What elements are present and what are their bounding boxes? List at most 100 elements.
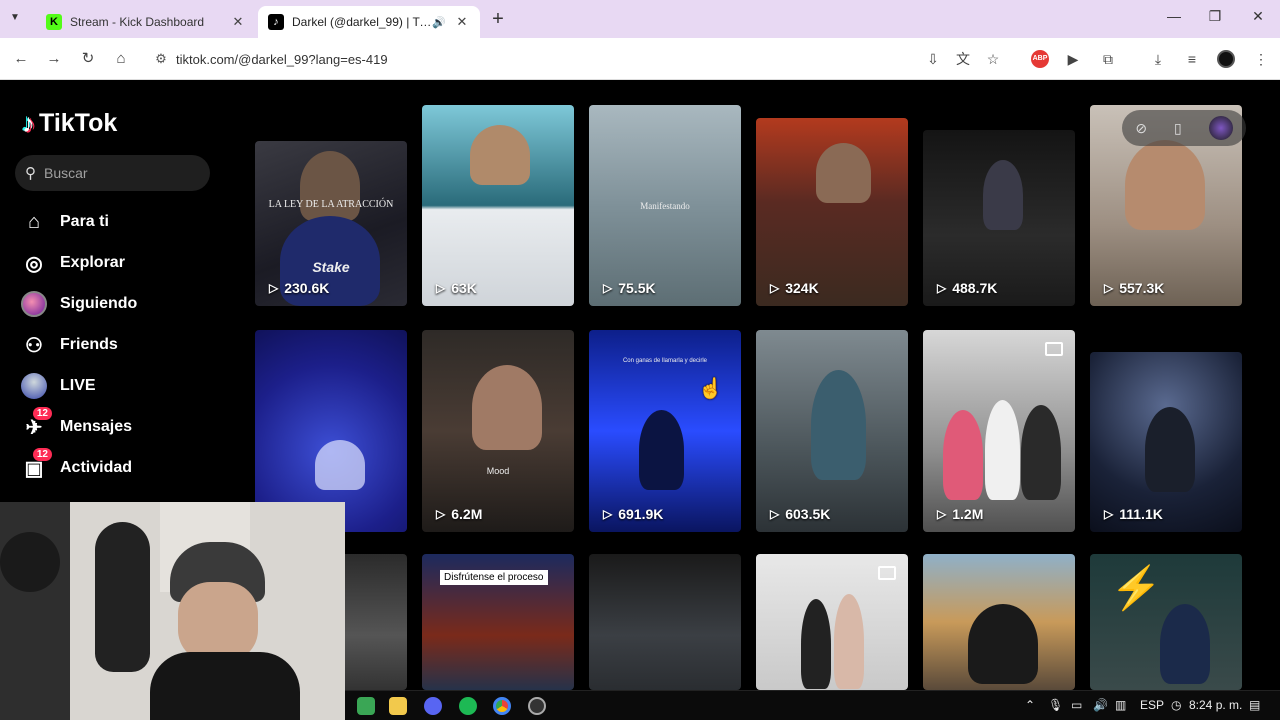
microphone-icon[interactable]: 🎙 [1048,698,1063,712]
video-thumbnail[interactable]: Mood ▷ 6.2M [422,330,574,532]
view-count: ▷ 63K [436,280,477,296]
profile-avatar-icon[interactable] [1208,116,1233,140]
sidebar-item-live[interactable]: LIVE [20,371,96,401]
reload-icon[interactable]: ↻ [77,48,99,70]
video-caption: Manifestando [640,201,690,211]
adblock-icon[interactable]: ABP [1031,50,1049,68]
play-icon: ▷ [770,281,780,295]
mobile-icon[interactable]: ▯ [1174,120,1182,137]
tiktok-logo[interactable]: ♪ TikTok [22,108,117,139]
spotify-icon[interactable] [459,697,477,715]
video-thumbnail[interactable]: ⚡ [1090,554,1242,690]
network-icon[interactable]: ▥ [1115,698,1126,712]
video-thumbnail[interactable] [589,554,741,690]
view-count: ▷ 1.2M [937,506,984,522]
tab-tiktok[interactable]: ♪ Darkel (@darkel_99) | TikTok 🔊 ✕ [258,6,480,38]
tray-expand-icon[interactable]: ⌃ [1025,698,1035,712]
sidebar-item-friends[interactable]: ⚇ Friends [20,330,118,360]
forward-icon[interactable]: → [43,48,65,70]
back-icon[interactable]: ← [10,48,32,70]
sidebar-item-para-ti[interactable]: ⌂ Para ti [20,207,109,237]
extensions-puzzle-icon[interactable]: ⧉ [1097,48,1119,70]
play-icon: ▷ [603,507,613,521]
play-icon: ▷ [603,281,613,295]
reading-list-icon[interactable]: ≡ [1181,48,1203,70]
tab-title: Stream - Kick Dashboard [70,15,205,29]
close-window-icon[interactable]: ✕ [1248,8,1268,25]
install-app-icon[interactable]: ⇩ [922,48,944,70]
sidebar-item-label: Explorar [60,254,125,271]
sidebar-item-mensajes[interactable]: ✈ 12 Mensajes [20,407,132,442]
search-box[interactable]: ⚲ [15,155,210,191]
compass-small-icon[interactable]: ⊘ [1135,120,1147,137]
sidebar-item-explorar[interactable]: ◎ Explorar [20,248,125,278]
play-icon: ▷ [937,507,947,521]
tiktok-favicon-icon: ♪ [268,14,284,30]
obs-icon[interactable] [528,697,546,715]
video-thumbnail[interactable]: ▷ 1.2M [923,330,1075,532]
video-thumbnail[interactable] [756,554,908,690]
video-thumbnail[interactable]: LA LEY DE LA ATRACCIÓN Stake ▷ 230.6K [255,141,407,306]
close-tab-icon[interactable]: ✕ [454,14,470,30]
clock-time[interactable]: 8:24 p. m. [1189,698,1242,712]
notifications-icon[interactable]: ▤ [1249,698,1260,712]
close-tab-icon[interactable]: ✕ [230,14,246,30]
restore-icon[interactable]: ❐ [1205,8,1225,25]
browser-toolbar: ← → ↻ ⌂ ⚙ tiktok.com/@darkel_99?lang=es-… [0,38,1280,80]
search-icon: ⚲ [25,165,36,182]
video-thumbnail[interactable]: Con ganas de llamarla y decirle ▷ 691.9K [589,330,741,532]
video-thumbnail[interactable]: ▷ 324K [756,118,908,306]
new-tab-button[interactable]: + [488,8,508,31]
play-icon: ▷ [1104,281,1114,295]
video-thumbnail[interactable]: ▷ 603.5K [756,330,908,532]
activity-badge: 12 [32,448,52,461]
view-count: ▷ 691.9K [603,506,664,522]
sidebar-item-actividad[interactable]: ▣ 12 Actividad [20,448,133,483]
video-sticker: Disfrútense el proceso [440,570,548,585]
downloads-icon[interactable]: ⤓ [1147,48,1169,70]
bookmark-star-icon[interactable]: ☆ [982,48,1004,70]
sidebar-item-siguiendo[interactable]: Siguiendo [20,289,137,319]
compass-icon: ◎ [25,252,43,275]
tab-kick-dashboard[interactable]: K Stream - Kick Dashboard ✕ [36,6,256,38]
search-input[interactable] [44,165,184,181]
kebab-menu-icon[interactable]: ⋮ [1250,48,1272,70]
video-overlay-text: Stake [312,259,350,275]
view-count: ▷ 324K [770,280,819,296]
brand-logo-icon: ⚡ [1110,564,1163,611]
speaker-icon[interactable]: 🔊 [432,16,446,29]
battery-icon[interactable]: ▭ [1071,698,1082,712]
play-icon: ▷ [937,281,947,295]
discord-icon[interactable] [424,697,442,715]
photo-icon [878,566,896,580]
file-explorer-icon[interactable] [389,697,407,715]
video-caption: LA LEY DE LA ATRACCIÓN [268,199,394,210]
home-icon: ⌂ [27,210,41,233]
site-info-icon[interactable]: ⚙ [146,51,176,67]
video-thumbnail[interactable]: Disfrútense el proceso [422,554,574,690]
video-thumbnail[interactable]: ▷ 111.1K [1090,352,1242,532]
video-thumbnail[interactable]: ▷ 63K [422,105,574,306]
floating-controls: ⊘ ▯ [1122,110,1246,146]
webcam-person-face [178,582,258,662]
video-thumbnail[interactable]: Manifestando ▷ 75.5K [589,105,741,306]
volume-icon[interactable]: 🔊 [1093,698,1108,712]
tab-search-icon[interactable]: ▼ [10,12,20,23]
sidebar-item-label: Actividad [60,459,133,476]
language-indicator[interactable]: ESP [1140,698,1164,712]
video-caption: Mood [486,466,510,476]
view-count: ▷ 488.7K [937,280,998,296]
home-icon[interactable]: ⌂ [110,48,132,70]
address-bar[interactable]: ⚙ tiktok.com/@darkel_99?lang=es-419 [146,44,976,74]
chrome-icon[interactable] [493,697,511,715]
minecraft-app-icon[interactable] [357,697,375,715]
webcam-person-body [150,652,300,720]
minimize-icon[interactable]: — [1164,8,1184,24]
video-thumbnail[interactable] [923,554,1075,690]
profile-avatar-icon[interactable] [1217,50,1235,68]
live-icon [20,372,48,400]
extension-play-icon[interactable]: ▶ [1062,48,1084,70]
url-text: tiktok.com/@darkel_99?lang=es-419 [176,51,388,67]
translate-icon[interactable]: 文 [952,48,974,70]
video-thumbnail[interactable]: ▷ 488.7K [923,130,1075,306]
